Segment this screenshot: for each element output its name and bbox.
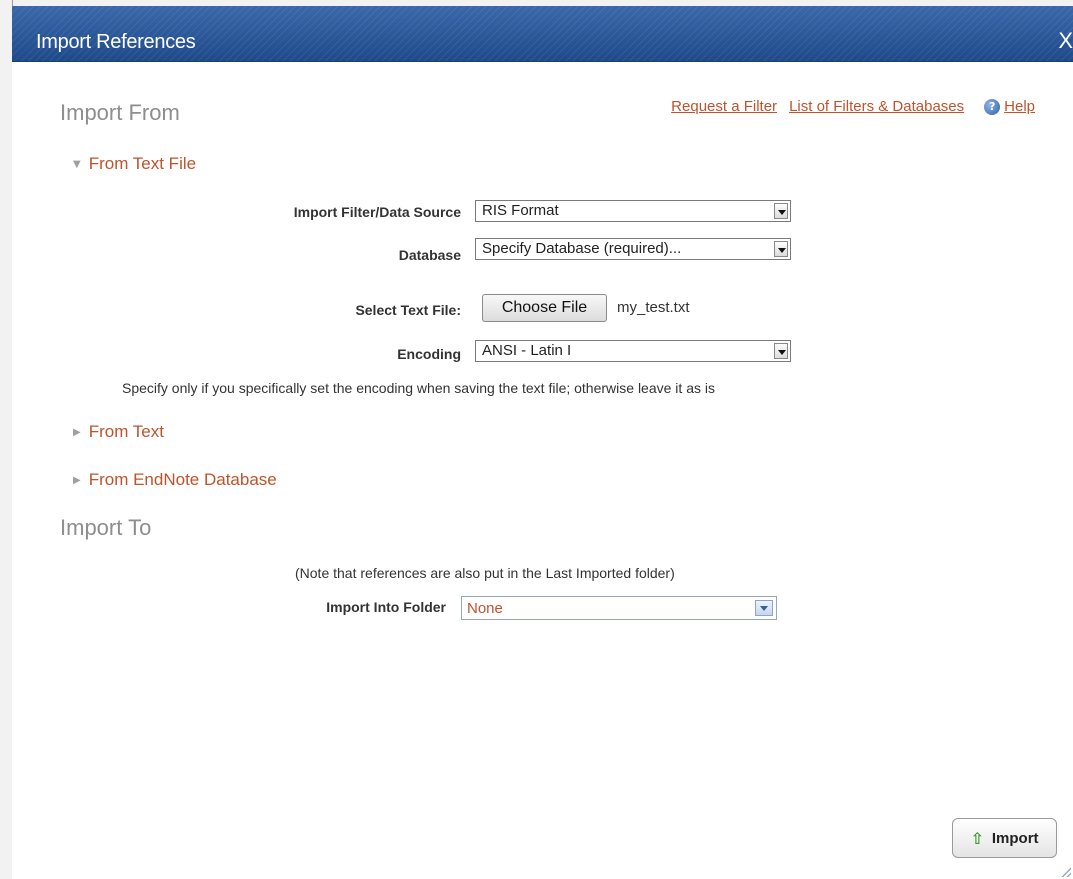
triangle-down-icon: ▼ [73,158,81,170]
up-arrow-icon: ⇧ [970,828,984,848]
help-icon[interactable]: ? [984,98,1001,115]
encoding-hint: Specify only if you specifically set the… [122,380,715,396]
chevron-down-icon [755,600,773,616]
import-to-heading: Import To [60,515,152,540]
from-text-label: From Text [88,422,164,441]
top-links: Request a Filter List of Filters & Datab… [671,98,1035,115]
list-filters-link[interactable]: List of Filters & Databases [789,98,964,115]
import-filter-select[interactable]: RIS Format [475,200,791,222]
import-button-label: Import [991,829,1039,847]
dialog-title: Import References [36,31,196,53]
selected-file-name: my_test.txt [617,299,690,316]
dialog-titlebar: Import References X [12,6,1073,62]
import-references-dialog: Import References X Import From Request … [12,6,1073,879]
database-label: Database [398,247,461,263]
last-imported-note: (Note that references are also put in th… [295,565,675,581]
import-into-folder-select[interactable]: None [461,596,777,620]
import-into-folder-label: Import Into Folder [326,599,446,615]
request-filter-link[interactable]: Request a Filter [671,98,777,115]
triangle-right-icon: ▶ [73,474,81,486]
import-filter-value: RIS Format [482,202,559,219]
from-text-toggle[interactable]: ▶ From Text [73,422,164,442]
close-button[interactable]: X [1058,28,1073,54]
import-from-heading: Import From [60,100,180,125]
from-text-file-toggle[interactable]: ▼ From Text File [73,154,196,174]
chevron-down-icon [774,203,788,219]
from-endnote-toggle[interactable]: ▶ From EndNote Database [73,470,277,490]
choose-file-button[interactable]: Choose File [482,294,607,322]
encoding-label: Encoding [397,346,461,362]
from-text-file-label: From Text File [88,154,197,173]
chevron-down-icon [774,241,788,257]
triangle-right-icon: ▶ [73,426,81,438]
database-select[interactable]: Specify Database (required)... [475,238,791,260]
help-link[interactable]: Help [1004,98,1035,115]
from-endnote-label: From EndNote Database [88,470,277,489]
encoding-select[interactable]: ANSI - Latin I [475,340,791,362]
import-button[interactable]: ⇧ Import [952,818,1057,858]
import-filter-label: Import Filter/Data Source [293,204,461,220]
select-text-file-label: Select Text File: [355,302,461,318]
chevron-down-icon [774,343,788,359]
resize-grip[interactable] [1059,865,1071,877]
encoding-value: ANSI - Latin I [482,342,572,359]
database-value: Specify Database (required)... [482,240,682,257]
import-into-folder-value: None [467,600,503,617]
